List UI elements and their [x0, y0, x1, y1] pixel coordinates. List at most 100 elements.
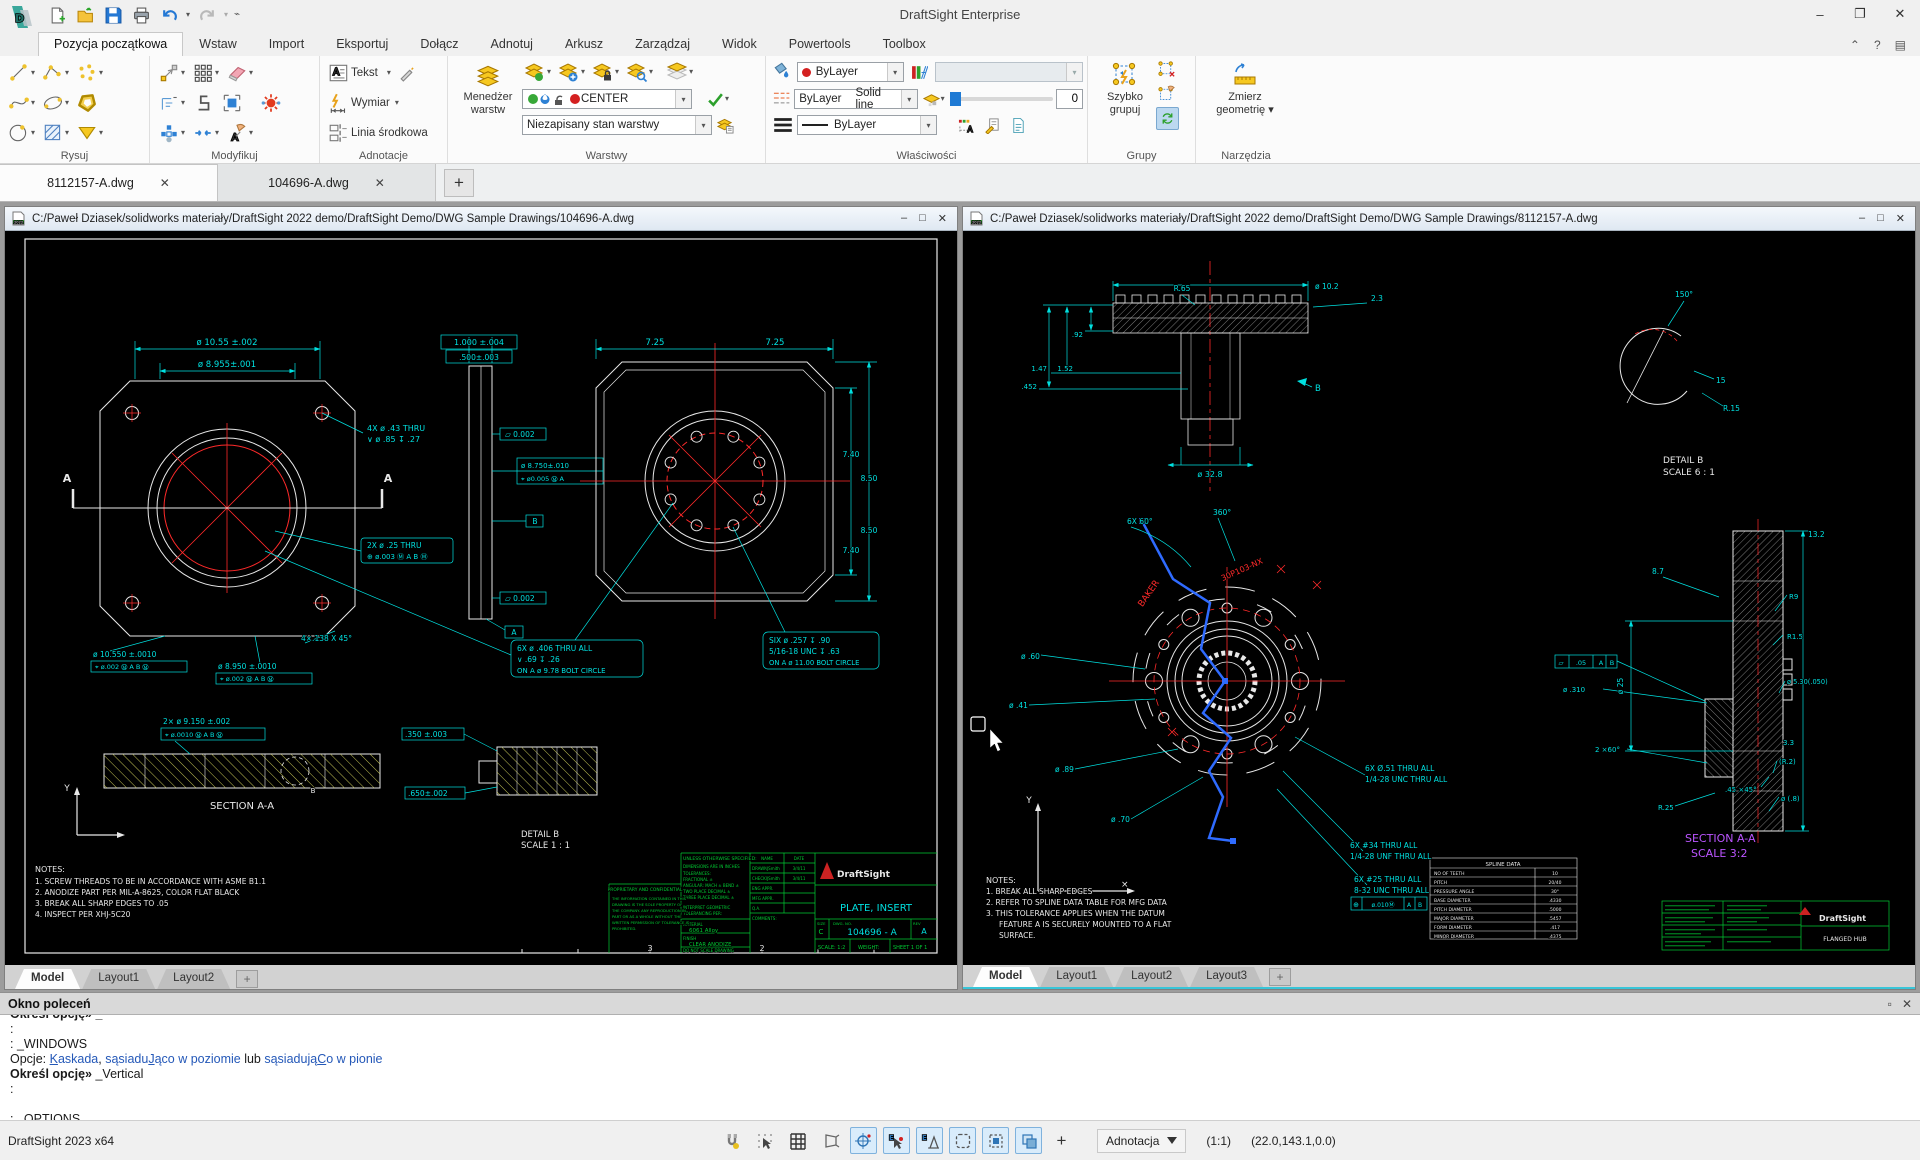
- layer-states-button[interactable]: ▾: [664, 59, 695, 85]
- minimize-button[interactable]: –: [1800, 0, 1840, 28]
- move-tool-button[interactable]: ▾: [156, 60, 187, 86]
- layer-add-button[interactable]: ▾: [556, 59, 587, 85]
- centerline-tool-button[interactable]: Linia środkowa: [326, 120, 430, 146]
- line-tool-button[interactable]: ▾: [6, 60, 37, 86]
- ui-options-icon[interactable]: ▤: [1895, 38, 1906, 52]
- entity-snap-toggle[interactable]: E: [883, 1127, 910, 1154]
- layer-combo[interactable]: CENTER ▾: [522, 89, 692, 109]
- lineweight-combo[interactable]: ByLayer Solid line▾: [794, 89, 917, 109]
- ribbon-tab-export[interactable]: Eksportuj: [320, 32, 404, 56]
- ungroup-button[interactable]: [1156, 59, 1179, 80]
- duplicate-entities-toggle[interactable]: [1015, 1127, 1042, 1154]
- join-tool-button[interactable]: ▾: [190, 120, 221, 146]
- close-button[interactable]: ✕: [1880, 0, 1920, 28]
- ribbon-tab-insert[interactable]: Wstaw: [183, 32, 253, 56]
- doc-tab-close-icon[interactable]: ✕: [375, 176, 385, 190]
- add-layout-button[interactable]: +: [236, 970, 258, 988]
- save-button[interactable]: [102, 4, 124, 26]
- command-close-icon[interactable]: ✕: [1902, 997, 1912, 1011]
- layout1-tab[interactable]: Layout1: [82, 969, 155, 989]
- ribbon-tab-view[interactable]: Widok: [706, 32, 773, 56]
- child-close-icon[interactable]: ✕: [1896, 212, 1905, 225]
- child-minimize-icon[interactable]: –: [1859, 212, 1865, 225]
- transparency-value[interactable]: 0: [1056, 89, 1083, 109]
- model-tab[interactable]: Model: [15, 969, 80, 989]
- pattern-edit-tool-button[interactable]: ▾: [156, 120, 187, 146]
- undo-dropdown[interactable]: ▾: [186, 11, 190, 19]
- command-float-icon[interactable]: ▫: [1888, 997, 1892, 1011]
- cad-window-titlebar[interactable]: 2022 C:/Paweł Dziasek/solidworks materia…: [5, 207, 957, 231]
- ribbon-tab-toolbox[interactable]: Toolbox: [867, 32, 942, 56]
- measure-geometry-button[interactable]: Zmierz geometrię ▾: [1202, 59, 1288, 119]
- ortho-box-toggle[interactable]: [982, 1127, 1009, 1154]
- customize-qat-button[interactable]: ⌁: [234, 10, 240, 20]
- color-combo[interactable]: ByLayer▾: [797, 62, 904, 82]
- command-window-header[interactable]: Okno poleceń ▫ ✕: [0, 993, 1920, 1015]
- spline-tool-button[interactable]: ▾: [6, 90, 37, 116]
- ribbon-tab-sheet[interactable]: Arkusz: [549, 32, 619, 56]
- help-icon[interactable]: ?: [1874, 38, 1881, 52]
- linetype-combo[interactable]: ByLayer▾: [797, 115, 937, 135]
- undo-button[interactable]: [158, 4, 180, 26]
- cad-canvas-8112157[interactable]: R.65ø 10.22.3.921.471.52.452ø 32.8B150°1…: [963, 231, 1915, 965]
- add-layout-button[interactable]: +: [1269, 968, 1291, 986]
- print-style-combo[interactable]: ▾: [935, 62, 1083, 82]
- transparency-layer-button[interactable]: ▾: [921, 89, 947, 110]
- new-doc-tab-button[interactable]: +: [444, 169, 474, 197]
- child-maximize-icon[interactable]: □: [919, 212, 926, 225]
- open-file-button[interactable]: [74, 4, 96, 26]
- ribbon-tab-attach[interactable]: Dołącz: [404, 32, 474, 56]
- layout2-tab[interactable]: Layout2: [157, 969, 230, 989]
- cad-canvas-104696[interactable]: 32ø 10.55 ±.002ø 8.955±.001AA4X ø .43 TH…: [5, 231, 957, 965]
- cad-window-titlebar[interactable]: 2022 C:/Paweł Dziasek/solidworks materia…: [963, 207, 1915, 231]
- trim-tool-button[interactable]: [190, 90, 216, 116]
- power-trim-tool-button[interactable]: [258, 90, 284, 116]
- smart-dimension-tool-button[interactable]: Wymiar▾: [326, 90, 401, 116]
- layout3-tab[interactable]: Layout3: [1190, 967, 1263, 987]
- revision-cloud-tool-button[interactable]: ▾: [74, 120, 105, 146]
- annotation-scale-dropdown[interactable]: Adnotacja: [1097, 1129, 1186, 1153]
- redo-button[interactable]: [196, 4, 218, 26]
- pattern-tool-button[interactable]: ▾: [190, 60, 221, 86]
- hatch-tool-button[interactable]: ▾: [40, 120, 71, 146]
- layer-apply-button[interactable]: ▾: [705, 89, 731, 110]
- layout1-tab[interactable]: Layout1: [1040, 967, 1113, 987]
- child-maximize-icon[interactable]: □: [1877, 212, 1884, 225]
- child-close-icon[interactable]: ✕: [938, 212, 947, 225]
- ribbon-tab-import[interactable]: Import: [253, 32, 320, 56]
- ribbon-tab-powertools[interactable]: Powertools: [773, 32, 867, 56]
- quick-group-button[interactable]: Szybko grupuj: [1094, 59, 1156, 130]
- stretch-tool-button[interactable]: ▾: [156, 90, 187, 116]
- group-sync-button[interactable]: [1156, 107, 1179, 130]
- doc-tab-close-icon[interactable]: ✕: [160, 176, 170, 190]
- model-tab[interactable]: Model: [973, 967, 1038, 987]
- ortho-toggle[interactable]: [817, 1127, 844, 1154]
- erase-tool-button[interactable]: ▾: [224, 60, 255, 86]
- layers-manager-button[interactable]: Menedżer warstw: [454, 59, 522, 147]
- region-fill-tool-button[interactable]: [219, 90, 245, 116]
- layout2-tab[interactable]: Layout2: [1115, 967, 1188, 987]
- property-painter-tool-button[interactable]: A▾: [224, 120, 255, 146]
- point-tool-button[interactable]: ▾: [74, 60, 105, 86]
- doc-tab-104696[interactable]: 104696-A.dwg ✕: [218, 164, 436, 201]
- doc-tab-8112157[interactable]: 8112157-A.dwg ✕: [0, 164, 218, 201]
- layer-state-combo[interactable]: Niezapisany stan warstwy ▾: [522, 115, 712, 135]
- redo-dropdown[interactable]: ▾: [224, 11, 228, 19]
- circle-tool-button[interactable]: ▾: [6, 120, 37, 146]
- new-file-button[interactable]: [46, 4, 68, 26]
- layer-preview-button[interactable]: ▾: [624, 59, 655, 85]
- edit-group-button[interactable]: [1156, 83, 1179, 104]
- snap-toggle[interactable]: [718, 1127, 745, 1154]
- ribbon-tab-manage[interactable]: Zarządzaj: [619, 32, 706, 56]
- text-tool-button[interactable]: ATekst▾: [326, 60, 417, 86]
- command-lines[interactable]: Określ opcję» _:: _WINDOWSOpcje: Kaskada…: [0, 1015, 1920, 1120]
- ellipse-tool-button[interactable]: ▾: [40, 90, 71, 116]
- grid-toggle[interactable]: [784, 1127, 811, 1154]
- ribbon-tab-home[interactable]: Pozycja początkowa: [38, 32, 183, 56]
- print-button[interactable]: [130, 4, 152, 26]
- layer-state-manager-button[interactable]: [715, 115, 736, 136]
- child-minimize-icon[interactable]: –: [901, 212, 907, 225]
- transparency-slider[interactable]: [950, 97, 1053, 101]
- grid-snap-toggle[interactable]: [751, 1127, 778, 1154]
- ribbon-collapse-icon[interactable]: ⌃: [1850, 38, 1860, 52]
